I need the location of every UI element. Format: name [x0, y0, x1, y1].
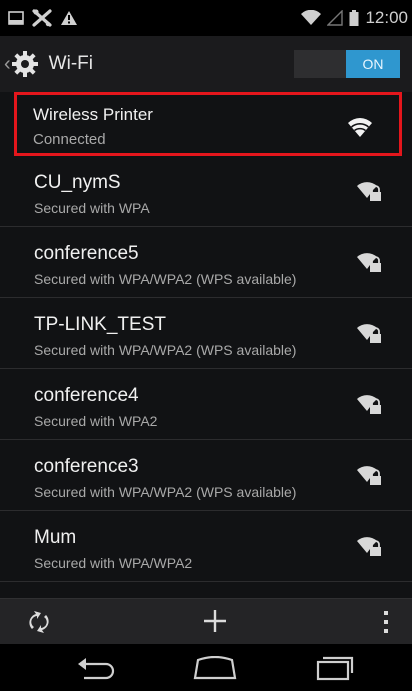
up-caret-icon[interactable]: ‹: [4, 53, 11, 76]
bottom-toolbar: [0, 598, 412, 645]
network-name: TP-LINK_TEST: [34, 314, 166, 335]
navigation-bar: [0, 644, 412, 691]
network-name: conference3: [34, 456, 139, 477]
network-list: Wireless Printer Connected CU_nymS Secur…: [0, 92, 412, 582]
network-name: Mum: [34, 527, 77, 548]
warning-icon: [61, 11, 77, 25]
settings-gear-icon[interactable]: [11, 50, 39, 78]
wifi-toggle[interactable]: ON: [294, 50, 400, 78]
wps-icon[interactable]: [26, 609, 52, 635]
network-status: Secured with WPA: [34, 200, 150, 216]
cell-signal-icon: [327, 10, 344, 26]
add-network-icon[interactable]: [202, 608, 228, 634]
battery-icon: [349, 10, 359, 26]
network-status: Secured with WPA/WPA2 (WPS available): [34, 484, 297, 500]
network-item-cu-nyms[interactable]: CU_nymS Secured with WPA: [0, 156, 412, 227]
wifi-lock-icon: [357, 253, 381, 272]
network-status: Secured with WPA/WPA2: [34, 555, 193, 571]
network-item-wireless-printer[interactable]: Wireless Printer Connected: [14, 92, 402, 156]
network-name: conference5: [34, 243, 139, 264]
wifi-lock-icon: [357, 537, 381, 556]
network-item-tp-link-test[interactable]: TP-LINK_TEST Secured with WPA/WPA2 (WPS …: [0, 298, 412, 369]
page-title: Wi-Fi: [48, 53, 93, 74]
back-icon[interactable]: [76, 656, 116, 680]
network-name: conference4: [34, 385, 139, 406]
wifi-signal-icon: [301, 10, 322, 25]
wifi-lock-icon: [357, 324, 381, 343]
network-name: CU_nymS: [34, 172, 121, 193]
wifi-lock-icon: [357, 182, 381, 201]
toggle-off-area: [294, 50, 346, 78]
network-status: Secured with WPA/WPA2 (WPS available): [34, 342, 297, 358]
status-bar: 12:00: [0, 0, 412, 36]
network-name: Wireless Printer: [33, 105, 153, 124]
network-status: Connected: [33, 131, 106, 148]
tools-icon: [32, 9, 52, 27]
network-status: Secured with WPA/WPA2 (WPS available): [34, 271, 297, 287]
network-item-conference3[interactable]: conference3 Secured with WPA/WPA2 (WPS a…: [0, 440, 412, 511]
recent-apps-icon[interactable]: [314, 653, 354, 681]
toggle-on-label: ON: [346, 50, 400, 78]
wifi-lock-icon: [357, 395, 381, 414]
network-item-conference5[interactable]: conference5 Secured with WPA/WPA2 (WPS a…: [0, 227, 412, 298]
overflow-menu-icon[interactable]: [382, 609, 390, 635]
network-item-conference4[interactable]: conference4 Secured with WPA2: [0, 369, 412, 440]
home-icon[interactable]: [192, 656, 238, 680]
network-status: Secured with WPA2: [34, 413, 158, 429]
image-notification-icon: [8, 11, 24, 25]
network-item-mum[interactable]: Mum Secured with WPA/WPA2: [0, 511, 412, 582]
wifi-lock-icon: [357, 466, 381, 485]
clock: 12:00: [365, 8, 408, 27]
action-bar: ‹ Wi-Fi ON: [0, 36, 412, 92]
wifi-strength-icon: [348, 118, 372, 137]
